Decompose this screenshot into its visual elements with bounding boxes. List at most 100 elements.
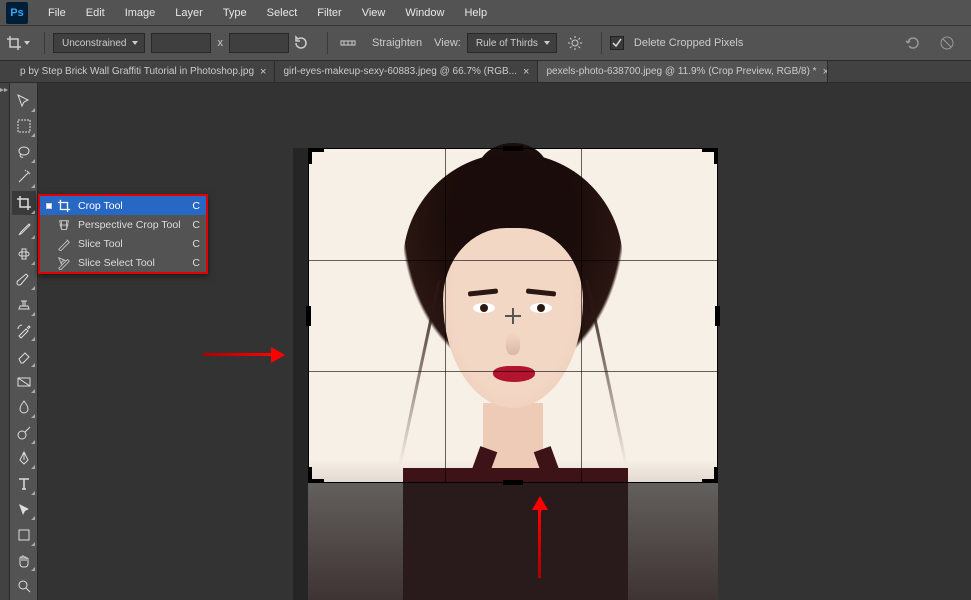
selection-indicator-icon (46, 222, 52, 228)
healing-brush-tool[interactable] (12, 242, 36, 266)
magic-wand-tool[interactable] (12, 166, 36, 190)
marquee-tool[interactable] (12, 115, 36, 139)
crop-options-gear-icon[interactable] (563, 31, 587, 55)
dodge-tool[interactable] (12, 421, 36, 445)
annotation-arrow-icon (203, 353, 273, 356)
slice-icon (56, 236, 72, 252)
selection-indicator-icon (46, 260, 52, 266)
flyout-label: Perspective Crop Tool (78, 219, 181, 231)
close-icon[interactable]: × (823, 66, 829, 78)
flyout-label: Crop Tool (78, 200, 123, 212)
overlay-dropdown[interactable]: Rule of Thirds (467, 33, 557, 53)
delete-cropped-label[interactable]: Delete Cropped Pixels (634, 37, 743, 49)
lasso-tool[interactable] (12, 140, 36, 164)
pen-tool[interactable] (12, 447, 36, 471)
close-icon[interactable]: × (523, 66, 529, 78)
menu-filter[interactable]: Filter (307, 3, 351, 23)
document-tab[interactable]: girl-eyes-makeup-sexy-60883.jpeg @ 66.7%… (275, 61, 538, 82)
flyout-shortcut: C (192, 257, 200, 269)
flyout-item-slice[interactable]: Slice Tool C (40, 234, 206, 253)
delete-cropped-checkbox[interactable] (610, 36, 624, 50)
menu-type[interactable]: Type (213, 3, 257, 23)
blur-tool[interactable] (12, 396, 36, 420)
crop-handle-top[interactable] (503, 146, 523, 151)
reset-ratio-icon[interactable] (289, 31, 313, 55)
zoom-tool[interactable] (12, 574, 36, 598)
crop-handle-left[interactable] (306, 306, 311, 326)
crop-center-icon (505, 308, 521, 324)
annotation-arrow-icon (538, 508, 541, 578)
flyout-label: Slice Tool (78, 238, 123, 250)
shape-tool[interactable] (12, 523, 36, 547)
flyout-label: Slice Select Tool (78, 257, 155, 269)
menu-view[interactable]: View (352, 3, 396, 23)
flyout-shortcut: C (192, 238, 200, 250)
crop-width-input[interactable] (151, 33, 211, 53)
menu-file[interactable]: File (38, 3, 76, 23)
crop-grid-line (309, 371, 717, 372)
move-tool[interactable] (12, 89, 36, 113)
cancel-crop-icon[interactable] (935, 31, 959, 55)
document-tab[interactable]: p by Step Brick Wall Graffiti Tutorial i… (12, 61, 275, 82)
crop-handle-bottom-left[interactable] (308, 467, 324, 483)
crop-handle-right[interactable] (715, 306, 720, 326)
reset-crop-icon[interactable] (901, 31, 925, 55)
tools-panel (10, 83, 38, 600)
tab-label: girl-eyes-makeup-sexy-60883.jpeg @ 66.7%… (283, 66, 517, 77)
close-icon[interactable]: × (260, 66, 266, 78)
divider (327, 32, 328, 54)
crop-tool-flyout: Crop Tool C Perspective Crop Tool C Slic… (38, 194, 208, 274)
tab-label: pexels-photo-638700.jpeg @ 11.9% (Crop P… (546, 66, 816, 77)
flyout-shortcut: C (192, 200, 200, 212)
slice-select-icon (56, 255, 72, 271)
tab-label: p by Step Brick Wall Graffiti Tutorial i… (20, 66, 254, 77)
crop-dim-overlay (293, 148, 308, 600)
crop-height-input[interactable] (229, 33, 289, 53)
menu-edit[interactable]: Edit (76, 3, 115, 23)
type-tool[interactable] (12, 472, 36, 496)
crop-boundary[interactable] (308, 148, 718, 483)
brush-tool[interactable] (12, 268, 36, 292)
menu-bar: Ps File Edit Image Layer Type Select Fil… (0, 0, 971, 25)
menu-select[interactable]: Select (257, 3, 308, 23)
view-label: View: (434, 37, 461, 49)
clone-stamp-tool[interactable] (12, 293, 36, 317)
eyedropper-tool[interactable] (12, 217, 36, 241)
crop-grid-line (445, 149, 446, 482)
panel-gutter[interactable] (0, 83, 10, 600)
hand-tool[interactable] (12, 549, 36, 573)
dimension-x-label: x (217, 37, 223, 49)
gradient-tool[interactable] (12, 370, 36, 394)
menu-layer[interactable]: Layer (165, 3, 213, 23)
document-tab[interactable]: pexels-photo-638700.jpeg @ 11.9% (Crop P… (538, 61, 828, 82)
crop-handle-bottom-right[interactable] (702, 467, 718, 483)
menu-window[interactable]: Window (395, 3, 454, 23)
options-bar: Unconstrained x Straighten View: Rule of… (0, 25, 971, 61)
crop-tool[interactable] (12, 191, 36, 215)
flyout-item-crop[interactable]: Crop Tool C (40, 196, 206, 215)
crop-handle-top-left[interactable] (308, 148, 324, 164)
menu-image[interactable]: Image (115, 3, 166, 23)
flyout-shortcut: C (192, 219, 200, 231)
divider (44, 32, 45, 54)
menu-help[interactable]: Help (454, 3, 497, 23)
document-tabs: p by Step Brick Wall Graffiti Tutorial i… (0, 61, 971, 83)
straighten-label[interactable]: Straighten (372, 37, 422, 49)
crop-tool-indicator-icon[interactable] (6, 31, 30, 55)
crop-handle-bottom[interactable] (503, 480, 523, 485)
history-brush-tool[interactable] (12, 319, 36, 343)
crop-grid-line (309, 260, 717, 261)
selection-indicator-icon (46, 203, 52, 209)
canvas-area[interactable] (38, 83, 971, 600)
selection-indicator-icon (46, 241, 52, 247)
document-canvas[interactable] (308, 148, 718, 600)
flyout-item-slice-select[interactable]: Slice Select Tool C (40, 253, 206, 272)
path-selection-tool[interactable] (12, 498, 36, 522)
aspect-ratio-dropdown[interactable]: Unconstrained (53, 33, 145, 53)
straighten-icon[interactable] (336, 31, 360, 55)
crop-grid-line (581, 149, 582, 482)
flyout-item-perspective-crop[interactable]: Perspective Crop Tool C (40, 215, 206, 234)
crop-handle-top-right[interactable] (702, 148, 718, 164)
perspective-crop-icon (56, 217, 72, 233)
eraser-tool[interactable] (12, 344, 36, 368)
